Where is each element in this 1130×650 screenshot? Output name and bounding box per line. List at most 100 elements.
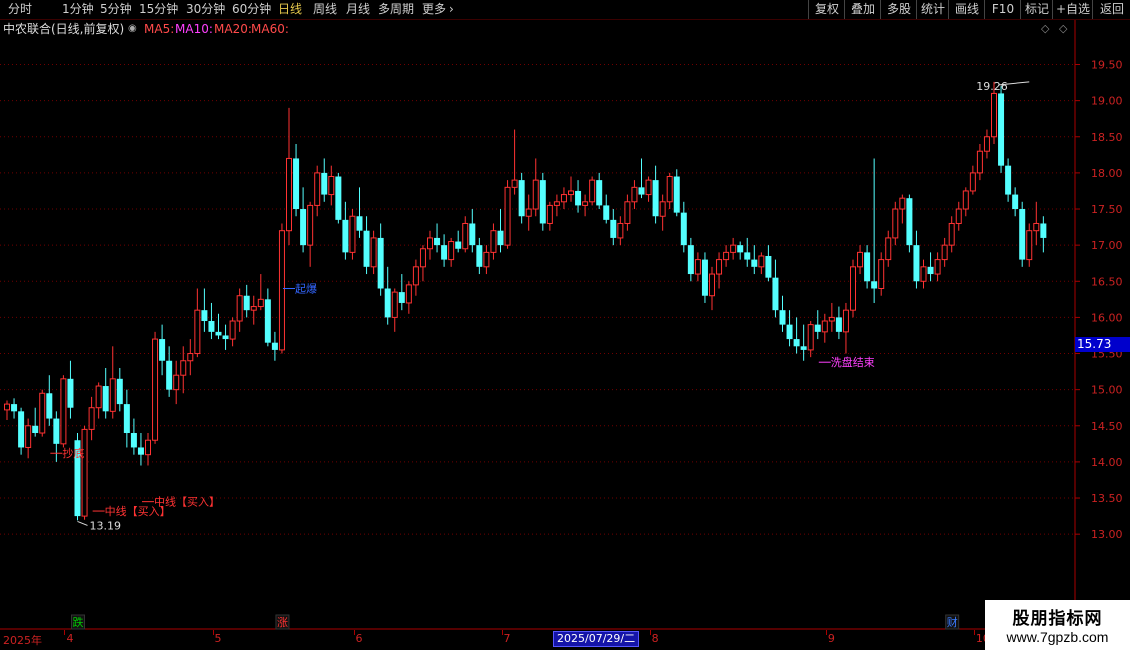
y-tick-label: 19.50 xyxy=(1091,59,1123,72)
candle-body-up xyxy=(892,208,899,239)
mark-button[interactable]: 标记 xyxy=(1020,0,1053,19)
chevron-right-icon[interactable]: › xyxy=(449,2,454,17)
y-tick-label: 16.00 xyxy=(1091,311,1123,324)
period-tab-more[interactable]: 更多 xyxy=(422,2,446,17)
fuquan-button[interactable]: 复权 xyxy=(808,0,845,19)
candle-body-down xyxy=(166,360,173,390)
candle-body-down xyxy=(476,245,483,267)
candle-body-up xyxy=(180,360,187,376)
candle-body-down xyxy=(864,252,871,282)
overlay-button[interactable]: 叠加 xyxy=(844,0,881,19)
candle-body-down xyxy=(215,331,222,336)
candle-body-down xyxy=(687,245,694,275)
candle-body-down xyxy=(363,230,370,267)
candle-body-down xyxy=(1019,209,1026,260)
candle-body-down xyxy=(201,310,208,322)
candle-body-down xyxy=(293,158,300,210)
candle-body-up xyxy=(878,259,885,289)
candle-body-up xyxy=(694,259,701,275)
candle-body-up xyxy=(568,190,574,196)
candle-body-up xyxy=(236,295,243,322)
candle-body-up xyxy=(511,179,518,188)
candle-body-up xyxy=(187,353,194,362)
y-tick-label: 15.00 xyxy=(1091,384,1123,397)
time-axis-label: 7 xyxy=(503,632,511,645)
period-tab-15min[interactable]: 15分钟 xyxy=(139,2,178,17)
event-marker: 跌 xyxy=(73,615,84,629)
f10-button[interactable]: F10 xyxy=(984,0,1021,19)
candle-body-down xyxy=(222,335,229,340)
candle-body-down xyxy=(751,259,758,267)
time-axis-tick xyxy=(501,630,503,635)
period-tab-weekly[interactable]: 周线 xyxy=(313,2,337,17)
candle-body-down xyxy=(765,255,772,278)
candle-body-up xyxy=(723,251,730,261)
collapse-icon[interactable]: ◉ xyxy=(128,21,137,37)
period-tab-60min[interactable]: 60分钟 xyxy=(232,2,271,17)
time-axis-label: 9 xyxy=(827,632,835,645)
candle-body-up xyxy=(525,208,532,217)
expand-icon[interactable]: ◇ xyxy=(1059,22,1067,35)
candle-body-up xyxy=(934,259,941,275)
top-toolbar: 分时 1分钟 5分钟 15分钟 30分钟 60分钟 日线 周线 月线 多周期 更… xyxy=(0,0,1130,20)
candle-body-down xyxy=(32,425,39,434)
y-tick-label: 18.50 xyxy=(1091,131,1123,144)
candle-body-up xyxy=(448,241,455,261)
candle-body-up xyxy=(969,172,976,192)
candle-body-down xyxy=(603,205,610,220)
period-tab-daily[interactable]: 日线 xyxy=(278,2,302,17)
back-button[interactable]: 返回 xyxy=(1092,0,1130,19)
period-tab-time[interactable]: 分时 xyxy=(8,2,32,17)
candle-body-down xyxy=(786,324,793,340)
y-tick-label: 17.50 xyxy=(1091,203,1123,216)
candle-body-up xyxy=(483,251,490,268)
signal-label: 中线【买入】 xyxy=(154,495,220,509)
candle-body-down xyxy=(575,190,582,206)
candle-body-up xyxy=(532,179,539,210)
draw-line-button[interactable]: 画线 xyxy=(948,0,985,19)
candle-body-down xyxy=(377,237,384,289)
stock-title: 中农联合(日线,前复权) xyxy=(3,22,125,36)
candle-body-down xyxy=(46,393,53,419)
time-axis-tick xyxy=(825,630,827,635)
candle-body-up xyxy=(462,222,469,250)
period-tab-5min[interactable]: 5分钟 xyxy=(100,2,132,17)
time-axis-label: 2025年 xyxy=(3,634,42,647)
candle-body-down xyxy=(793,339,800,347)
candle-body-down xyxy=(638,187,645,195)
time-axis-tick xyxy=(64,630,66,635)
candlestick-chart[interactable]: 13.0013.5014.0014.5015.0015.5016.0016.50… xyxy=(0,20,1130,630)
candle-body-up xyxy=(95,385,102,409)
candle-body-down xyxy=(737,245,744,253)
candle-body-up xyxy=(991,92,997,138)
candle-body-up xyxy=(983,136,990,152)
candle-body-down xyxy=(335,176,342,220)
candle-body-up xyxy=(941,244,948,261)
candle-body-down xyxy=(814,324,821,332)
candle-body-up xyxy=(229,320,236,340)
candle-body-down xyxy=(596,180,603,206)
candle-body-up xyxy=(553,201,560,206)
stats-button[interactable]: 统计 xyxy=(916,0,949,19)
candle-body-down xyxy=(927,266,934,275)
candle-body-up xyxy=(81,428,88,517)
candle-body-up xyxy=(758,255,765,268)
candle-body-down xyxy=(300,209,307,246)
multi-stock-button[interactable]: 多股 xyxy=(880,0,917,19)
candle-body-down xyxy=(497,230,504,246)
candle-body-up xyxy=(4,403,10,411)
candle-body-down xyxy=(53,418,60,444)
period-tab-multi[interactable]: 多周期 xyxy=(378,2,414,17)
candle-body-up xyxy=(948,222,955,246)
y-tick-label: 13.50 xyxy=(1091,492,1123,505)
candle-body-up xyxy=(589,179,596,203)
y-tick-label: 16.50 xyxy=(1091,275,1123,288)
period-tab-30min[interactable]: 30分钟 xyxy=(186,2,225,17)
candle-body-down xyxy=(673,176,680,213)
candle-body-up xyxy=(666,176,673,203)
period-tab-1min[interactable]: 1分钟 xyxy=(62,2,94,17)
diamond-icon[interactable]: ◇ xyxy=(1041,22,1049,35)
period-tab-monthly[interactable]: 月线 xyxy=(346,2,370,17)
add-watchlist-button[interactable]: +自选 xyxy=(1052,0,1093,19)
candle-body-up xyxy=(173,374,180,391)
